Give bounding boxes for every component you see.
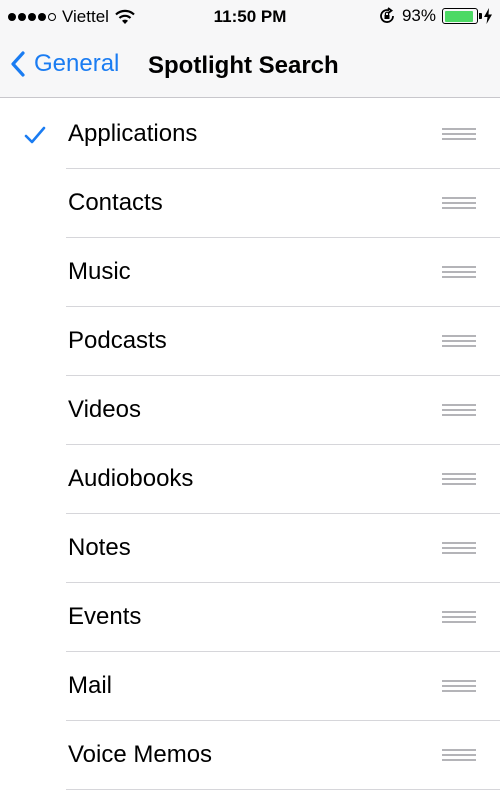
reorder-handle-icon[interactable] — [442, 128, 476, 142]
list-item-label: Audiobooks — [68, 465, 194, 492]
list-item[interactable]: Voice Memos — [0, 721, 500, 790]
reorder-handle-bar — [442, 138, 476, 140]
checkmark-icon — [24, 126, 46, 144]
list-item-label: Contacts — [68, 189, 163, 216]
reorder-handle-bar — [442, 680, 476, 682]
status-right: 93% — [378, 6, 492, 26]
reorder-handle-icon[interactable] — [442, 473, 476, 487]
reorder-handle-icon[interactable] — [442, 197, 476, 211]
reorder-handle-bar — [442, 552, 476, 554]
reorder-handle-bar — [442, 547, 476, 549]
list-item[interactable]: Events — [0, 583, 500, 652]
list-item[interactable]: Mail — [0, 652, 500, 721]
list-item[interactable]: Audiobooks — [0, 445, 500, 514]
reorder-handle-bar — [442, 759, 476, 761]
list-item-label: Music — [68, 258, 131, 285]
chevron-left-icon — [11, 51, 25, 77]
reorder-handle-bar — [442, 483, 476, 485]
navigation-bar: General Spotlight Search — [0, 34, 500, 98]
list-item-label: Voice Memos — [68, 741, 213, 768]
reorder-handle-bar — [442, 616, 476, 618]
battery-percent: 93% — [401, 6, 436, 25]
search-results-list: Applications Contacts Music Podcasts Videos A… — [0, 100, 500, 790]
list-item-label: Applications — [68, 120, 198, 147]
reorder-handle-bar — [442, 133, 476, 135]
reorder-handle-bar — [442, 197, 476, 199]
list-item[interactable]: Applications — [0, 100, 500, 169]
back-button[interactable]: General — [10, 50, 119, 78]
back-button-label: General — [34, 50, 120, 77]
charging-bolt-icon — [484, 8, 492, 24]
battery-icon — [442, 8, 482, 24]
reorder-handle-icon[interactable] — [442, 266, 476, 280]
reorder-handle-bar — [442, 404, 476, 406]
reorder-handle-icon[interactable] — [442, 611, 476, 625]
reorder-handle-bar — [442, 409, 476, 411]
status-bar: Viettel 11:50 PM 93% — [0, 0, 500, 34]
reorder-handle-bar — [442, 611, 476, 613]
reorder-handle-bar — [442, 276, 476, 278]
reorder-handle-bar — [442, 266, 476, 268]
reorder-handle-bar — [442, 345, 476, 347]
reorder-handle-bar — [442, 335, 476, 337]
list-item-label: Podcasts — [68, 327, 167, 354]
reorder-handle-bar — [442, 202, 476, 204]
reorder-handle-bar — [442, 271, 476, 273]
battery-fill — [444, 10, 474, 22]
list-item[interactable]: Podcasts — [0, 307, 500, 376]
list-item[interactable]: Notes — [0, 514, 500, 583]
reorder-handle-bar — [442, 754, 476, 756]
reorder-handle-bar — [442, 473, 476, 475]
reorder-handle-bar — [442, 690, 476, 692]
list-item-label: Videos — [68, 396, 141, 423]
reorder-handle-bar — [442, 749, 476, 751]
reorder-handle-bar — [442, 542, 476, 544]
reorder-handle-icon[interactable] — [442, 404, 476, 418]
list-item-label: Events — [68, 603, 142, 630]
list-item[interactable]: Music — [0, 238, 500, 307]
screen: Viettel 11:50 PM 93% General Spotlight S… — [0, 0, 500, 800]
reorder-handle-icon[interactable] — [442, 680, 476, 694]
reorder-handle-bar — [442, 414, 476, 416]
reorder-handle-icon[interactable] — [442, 749, 476, 763]
reorder-handle-icon[interactable] — [442, 335, 476, 349]
page-title: Spotlight Search — [148, 52, 339, 79]
rotation-lock-icon — [380, 7, 394, 23]
reorder-handle-bar — [442, 207, 476, 209]
reorder-handle-bar — [442, 478, 476, 480]
list-item[interactable]: Videos — [0, 376, 500, 445]
reorder-handle-bar — [442, 685, 476, 687]
battery-tip — [479, 13, 482, 19]
list-item-label: Mail — [68, 672, 113, 699]
list-item-label: Notes — [68, 534, 131, 561]
list-item[interactable]: Contacts — [0, 169, 500, 238]
reorder-handle-bar — [442, 128, 476, 130]
reorder-handle-bar — [442, 621, 476, 623]
reorder-handle-bar — [442, 340, 476, 342]
reorder-handle-icon[interactable] — [442, 542, 476, 556]
